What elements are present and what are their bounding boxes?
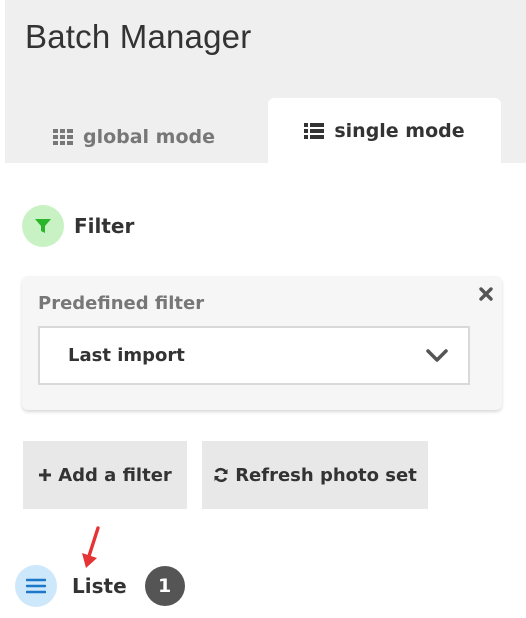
list-count-badge: 1 [144, 566, 185, 606]
tab-single-mode[interactable]: single mode [268, 98, 501, 163]
predefined-filter-value: Last import [68, 345, 185, 366]
refresh-icon [214, 467, 228, 483]
chevron-down-icon [426, 348, 448, 362]
filter-section-header: Filter [22, 205, 134, 247]
filter-title: Filter [74, 214, 135, 238]
filter-icon [22, 205, 64, 247]
refresh-photo-set-label: Refresh photo set [235, 464, 417, 486]
add-filter-label: Add a filter [58, 464, 172, 486]
predefined-filter-card: Predefined filter Last import [22, 276, 502, 410]
add-filter-button[interactable]: Add a filter [23, 441, 187, 509]
menu-icon[interactable] [15, 565, 57, 607]
plus-icon [39, 469, 52, 481]
close-icon[interactable] [478, 286, 494, 306]
predefined-filter-select[interactable]: Last import [38, 326, 470, 385]
refresh-photo-set-button[interactable]: Refresh photo set [202, 441, 428, 509]
app-title: Batch Manager [25, 18, 252, 55]
tab-single-mode-label: single mode [334, 119, 465, 142]
tab-global-mode-label: global mode [82, 125, 216, 148]
list-title: Liste [72, 574, 127, 598]
annotation-arrow [82, 526, 100, 568]
list-section-header: Liste 1 [15, 565, 185, 607]
grid-icon [52, 128, 73, 145]
list-icon [304, 122, 325, 139]
predefined-filter-label: Predefined filter [38, 293, 205, 314]
tab-global-mode[interactable]: global mode [5, 110, 263, 163]
